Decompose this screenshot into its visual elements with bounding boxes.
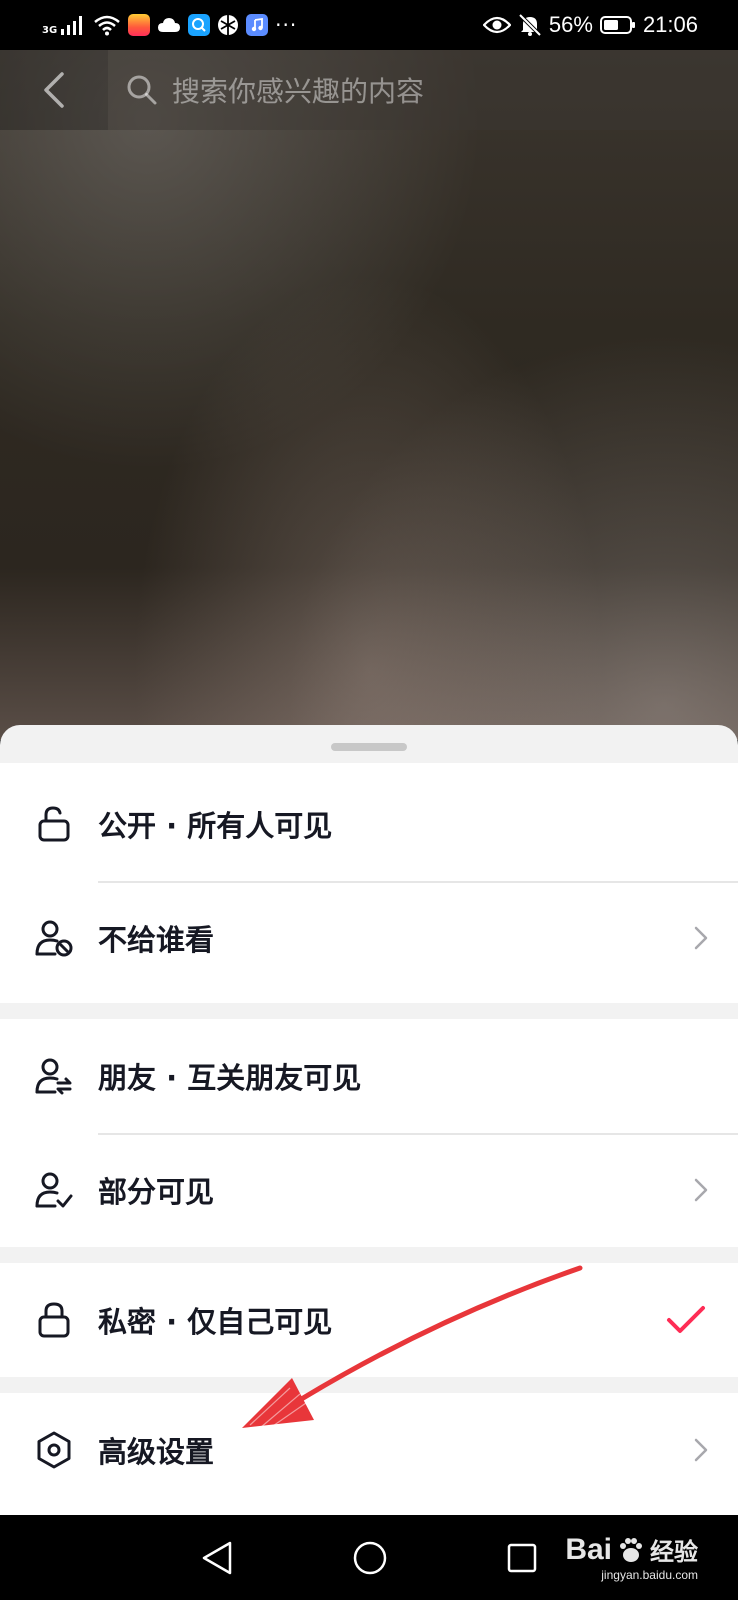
watermark-site: jingyan.baidu.com xyxy=(601,1568,698,1582)
battery-icon xyxy=(599,16,635,34)
option-partial[interactable]: 部分可见 xyxy=(0,1133,738,1247)
app-icon xyxy=(218,15,239,35)
chevron-right-icon xyxy=(694,1178,708,1202)
network-type: 3G xyxy=(42,25,58,36)
status-left: 3G ··· xyxy=(42,13,297,37)
chevron-right-icon xyxy=(694,926,708,950)
search-input[interactable]: 搜索你感兴趣的内容 xyxy=(108,50,738,130)
status-right: 56% 21:06 xyxy=(482,12,698,38)
search-placeholder: 搜索你感兴趣的内容 xyxy=(172,75,425,108)
option-label: 朋友 · 互关朋友可见 xyxy=(98,1061,362,1095)
sheet-handle[interactable] xyxy=(331,743,407,751)
chevron-right-icon xyxy=(694,1438,708,1462)
option-label: 不给谁看 xyxy=(98,923,215,957)
lock-icon xyxy=(34,1300,74,1340)
checkmark-icon xyxy=(667,1306,705,1333)
user-mutual-icon xyxy=(34,1056,74,1096)
search-icon xyxy=(127,75,157,105)
clock: 21:06 xyxy=(642,12,698,37)
nav-home-icon[interactable] xyxy=(352,1540,388,1576)
blurred-background: 搜索你感兴趣的内容 xyxy=(0,50,738,740)
group-friends: 朋友 · 互关朋友可见 部分可见 xyxy=(0,1019,738,1247)
nav-back-icon[interactable] xyxy=(200,1540,234,1576)
signal-icon xyxy=(61,16,83,35)
qq-browser-icon xyxy=(188,14,211,36)
search-bar: 搜索你感兴趣的内容 xyxy=(0,50,738,130)
cloud-icon xyxy=(158,18,181,32)
eye-icon xyxy=(482,16,511,34)
option-friends[interactable]: 朋友 · 互关朋友可见 xyxy=(0,1019,738,1133)
wifi-icon xyxy=(94,15,120,36)
status-bar: 3G ··· 56% 21:06 xyxy=(0,0,738,50)
baidu-watermark: Bai 经验 jingyan.baidu.com xyxy=(565,1532,698,1583)
music-icon xyxy=(246,14,269,36)
user-check-icon xyxy=(34,1170,74,1210)
mute-bell-icon xyxy=(518,13,542,37)
option-label: 部分可见 xyxy=(98,1175,215,1209)
more-notifications: ··· xyxy=(275,13,298,37)
group-public: 公开 · 所有人可见 不给谁看 xyxy=(0,763,738,1003)
watermark-suffix: 经验 xyxy=(650,1539,698,1566)
option-label: 高级设置 xyxy=(98,1435,215,1469)
app-icon xyxy=(128,14,151,36)
back-button[interactable] xyxy=(0,50,108,130)
option-public[interactable]: 公开 · 所有人可见 xyxy=(0,767,738,881)
user-block-icon xyxy=(34,918,74,958)
paw-icon xyxy=(620,1537,642,1562)
unlock-icon xyxy=(34,804,74,844)
option-hide-from[interactable]: 不给谁看 xyxy=(0,881,738,995)
battery-percent: 56% xyxy=(548,12,593,37)
hex-settings-icon xyxy=(34,1430,74,1470)
option-label: 公开 · 所有人可见 xyxy=(98,809,333,843)
nav-recents-icon[interactable] xyxy=(506,1542,538,1574)
watermark-brand: Bai xyxy=(565,1532,612,1566)
chevron-left-icon xyxy=(44,72,64,108)
annotation-arrow-icon xyxy=(242,1265,583,1429)
